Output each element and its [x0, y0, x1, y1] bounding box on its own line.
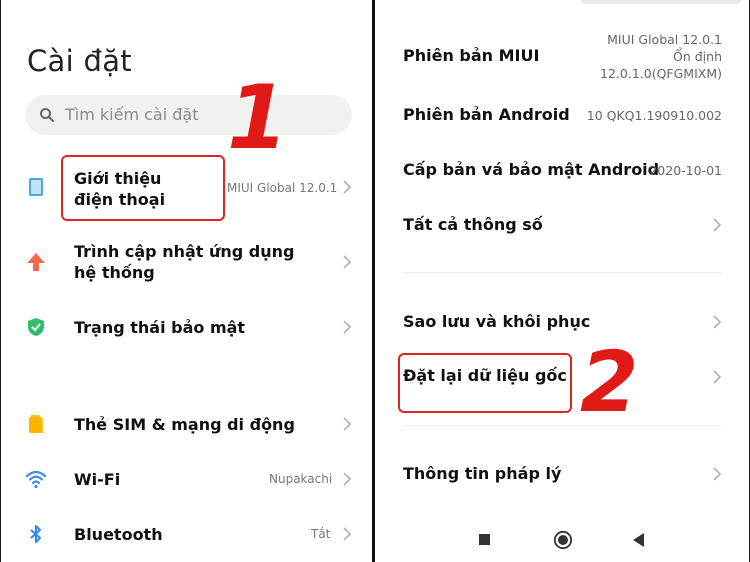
chevron-right-icon: [343, 527, 352, 541]
search-bar[interactable]: Tìm kiếm cài đặt: [25, 95, 352, 135]
info-row-value: MIUI Global 12.0.1 Ổn định 12.0.1.0(QFGM…: [600, 31, 722, 82]
settings-item-security-status[interactable]: Trạng thái bảo mật: [1, 308, 372, 348]
section-divider: [403, 272, 721, 273]
info-row-all-specs[interactable]: Tất cả thông số: [375, 210, 749, 240]
recents-button[interactable]: [479, 534, 490, 545]
chevron-right-icon: [713, 467, 722, 481]
page-title: Cài đặt: [27, 44, 132, 78]
navigation-bar: [375, 520, 749, 560]
info-row-label: Sao lưu và khôi phục: [403, 312, 591, 331]
chevron-right-icon: [343, 472, 352, 486]
chevron-right-icon: [343, 417, 352, 431]
back-button[interactable]: [633, 533, 645, 547]
info-row-backup-restore[interactable]: Sao lưu và khôi phục: [375, 307, 749, 337]
info-row-android-version[interactable]: Phiên bản Android 10 QKQ1.190910.002: [375, 100, 749, 130]
settings-item-value: Tắt: [311, 527, 331, 541]
chevron-right-icon: [343, 180, 352, 194]
bluetooth-icon: [30, 525, 41, 543]
settings-item-value: MIUI Global 12.0.1: [227, 181, 338, 195]
info-row-label: Cấp bản vá bảo mật Android: [403, 160, 660, 179]
settings-item-label: Trình cập nhật ứng dụng hệ thống: [74, 242, 295, 282]
info-row-label: Phiên bản MIUI: [403, 46, 540, 65]
chevron-right-icon: [713, 370, 722, 384]
info-row-value: 10 QKQ1.190910.002: [586, 108, 722, 123]
info-row-value-line: Ổn định: [673, 49, 722, 64]
top-edge-bar: [581, 0, 741, 4]
info-row-legal-info[interactable]: Thông tin pháp lý: [375, 459, 749, 489]
section-divider: [403, 425, 721, 426]
settings-item-label: Wi-Fi: [74, 470, 121, 489]
info-row-value-line: MIUI Global 12.0.1: [607, 32, 722, 47]
sim-card-icon: [29, 415, 43, 433]
settings-item-sim-mobile-network[interactable]: Thẻ SIM & mạng di động: [1, 404, 372, 444]
about-phone-panel: Phiên bản MIUI MIUI Global 12.0.1 Ổn địn…: [375, 0, 749, 562]
info-row-miui-version[interactable]: Phiên bản MIUI MIUI Global 12.0.1 Ổn địn…: [375, 28, 749, 84]
highlight-box-factory-reset: [398, 353, 572, 413]
step-number-2: 2: [580, 333, 639, 431]
info-row-label: Tất cả thông số: [403, 215, 543, 234]
info-row-security-patch[interactable]: Cấp bản vá bảo mật Android 2020-10-01: [375, 155, 749, 185]
settings-item-system-app-updater[interactable]: Trình cập nhật ứng dụng hệ thống: [1, 236, 372, 294]
chevron-right-icon: [713, 315, 722, 329]
settings-item-label: Bluetooth: [74, 525, 163, 544]
info-row-label: Phiên bản Android: [403, 105, 570, 124]
info-row-value: 2020-10-01: [649, 163, 722, 178]
settings-panel: Cài đặt Tìm kiếm cài đặt Giới thiệu điện…: [1, 0, 372, 562]
info-row-label: Thông tin pháp lý: [403, 464, 562, 483]
settings-item-value: Nupakachi: [269, 472, 333, 486]
home-button[interactable]: [553, 530, 573, 550]
chevron-right-icon: [343, 320, 352, 334]
settings-item-label: Thẻ SIM & mạng di động: [74, 415, 295, 434]
phone-icon: [29, 178, 43, 196]
step-number-1: 1: [227, 66, 289, 169]
search-icon: [40, 108, 54, 122]
settings-item-wifi[interactable]: Wi-Fi Nupakachi: [1, 459, 372, 499]
highlight-box-about-phone: [61, 155, 225, 221]
settings-item-bluetooth[interactable]: Bluetooth Tắt: [1, 514, 372, 554]
chevron-right-icon: [343, 255, 352, 269]
arrow-up-icon: [27, 253, 45, 271]
wifi-icon: [26, 470, 46, 489]
search-placeholder: Tìm kiếm cài đặt: [65, 105, 199, 124]
chevron-right-icon: [713, 218, 722, 232]
settings-item-label: Trạng thái bảo mật: [74, 318, 246, 337]
info-row-value-line: 12.0.1.0(QFGMIXM): [600, 66, 722, 81]
shield-icon: [28, 318, 44, 336]
